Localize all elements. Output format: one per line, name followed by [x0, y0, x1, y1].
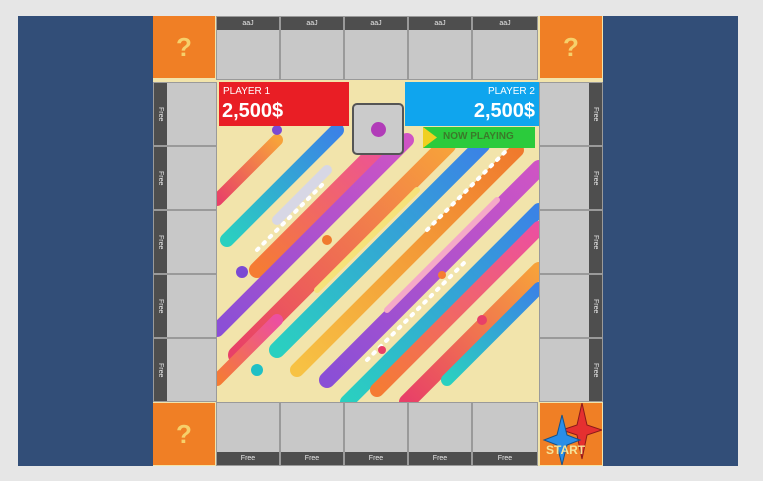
play-arrow-icon: [423, 127, 437, 148]
board-cell-right[interactable]: Free: [539, 338, 603, 402]
board-cell-left[interactable]: Free: [153, 82, 217, 146]
player-2-name: PLAYER 2: [487, 86, 535, 97]
board-cell-top[interactable]: aaJ: [344, 16, 408, 80]
cell-label: aaJ: [281, 17, 343, 30]
board-cell-top[interactable]: aaJ: [216, 16, 280, 80]
cell-label: Free: [281, 452, 343, 465]
board-cell-left[interactable]: Free: [153, 274, 217, 338]
now-playing-indicator: NOW PLAYING: [423, 127, 535, 148]
player-1-name: PLAYER 1: [223, 86, 271, 97]
player-1-money: 2,500$: [222, 100, 284, 122]
board-cell-top[interactable]: aaJ: [280, 16, 344, 80]
board-cell-left[interactable]: Free: [153, 210, 217, 274]
cell-label: aaJ: [473, 17, 537, 30]
start-corner[interactable]: START: [540, 403, 602, 465]
player-1-panel: PLAYER 1 2,500$: [219, 82, 349, 126]
player-2-money: 2,500$: [473, 100, 535, 122]
start-label: START: [546, 443, 586, 457]
board-cell-left[interactable]: Free: [153, 338, 217, 402]
cell-label: Free: [154, 339, 167, 401]
game-board: ? ? ? START aaJ aaJ aaJ aaJ aaJ Free Fre…: [153, 16, 603, 466]
cell-label: Free: [217, 452, 279, 465]
board-cell-top[interactable]: aaJ: [472, 16, 538, 80]
board-cell-bottom[interactable]: Free: [408, 402, 472, 466]
cell-label: Free: [589, 83, 602, 145]
cell-label: Free: [154, 83, 167, 145]
cell-label: Free: [473, 452, 537, 465]
cell-label: Free: [589, 211, 602, 273]
cell-label: Free: [589, 339, 602, 401]
cell-label: aaJ: [409, 17, 471, 30]
cell-label: Free: [154, 275, 167, 337]
question-mark-icon: ?: [176, 31, 192, 62]
board-cell-right[interactable]: Free: [539, 274, 603, 338]
board-cell-right[interactable]: Free: [539, 82, 603, 146]
board-cell-bottom[interactable]: Free: [280, 402, 344, 466]
cell-label: Free: [589, 275, 602, 337]
dice-button[interactable]: [352, 103, 404, 155]
cell-label: Free: [409, 452, 471, 465]
cell-label: aaJ: [217, 17, 279, 30]
board-cell-bottom[interactable]: Free: [216, 402, 280, 466]
board-cell-right[interactable]: Free: [539, 146, 603, 210]
board-cell-top[interactable]: aaJ: [408, 16, 472, 80]
cell-label: Free: [345, 452, 407, 465]
board-center: PLAYER 1 2,500$ PLAYER 2 2,500$ NOW PLAY…: [217, 80, 539, 402]
corner-mystery-bottom-left[interactable]: ?: [153, 403, 215, 465]
dice-pip-icon: [371, 122, 386, 137]
board-cell-right[interactable]: Free: [539, 210, 603, 274]
board-cell-bottom[interactable]: Free: [344, 402, 408, 466]
cell-label: aaJ: [345, 17, 407, 30]
corner-mystery-top-left[interactable]: ?: [153, 16, 215, 78]
cell-label: Free: [589, 147, 602, 209]
board-cell-left[interactable]: Free: [153, 146, 217, 210]
cell-label: Free: [154, 147, 167, 209]
board-cell-bottom[interactable]: Free: [472, 402, 538, 466]
question-mark-icon: ?: [563, 31, 579, 62]
now-playing-label: NOW PLAYING: [443, 131, 514, 142]
player-2-panel: PLAYER 2 2,500$: [405, 82, 539, 126]
corner-mystery-top-right[interactable]: ?: [540, 16, 602, 78]
cell-label: Free: [154, 211, 167, 273]
question-mark-icon: ?: [176, 418, 192, 449]
